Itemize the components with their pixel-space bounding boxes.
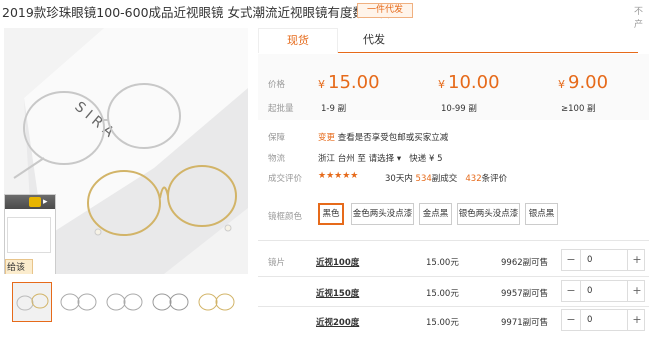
sku-row: 近视200度 15.00元 9971副可售 − 0 + — [258, 309, 649, 335]
moq-label: 起批量 — [268, 104, 294, 114]
destination-select[interactable]: 请选择 — [369, 154, 395, 164]
product-title: 2019款珍珠眼镜100-600成品近视眼镜 女式潮流近视眼镜有度数批发 — [2, 5, 391, 20]
thumbnail[interactable] — [196, 282, 236, 322]
decrement-button[interactable]: − — [562, 250, 580, 270]
rating-label: 成交评价 — [268, 174, 303, 184]
quantity-stepper: − 0 + — [561, 280, 645, 302]
purchase-tabs: 现货 代发 — [258, 28, 638, 53]
reviews-suffix: 条评价 — [481, 174, 508, 184]
sku-stock: 9962副可售 — [501, 258, 549, 268]
increment-button[interactable]: + — [628, 310, 646, 330]
currency-symbol: ¥ — [318, 78, 325, 91]
color-option-silver-plain[interactable]: 银色两头没点漆 — [457, 203, 520, 225]
color-option-silver-black[interactable]: 银点黑 — [525, 203, 558, 225]
rating-period: 30天内 — [385, 174, 413, 184]
thumbnail-image — [152, 293, 189, 311]
tab-dropship[interactable]: 代发 — [334, 28, 414, 53]
tier-price: ¥10.00 — [438, 72, 500, 93]
thumbnail-image — [106, 293, 143, 311]
tier-quantity: 1-9 副 — [321, 104, 347, 114]
favorite-icon[interactable] — [29, 197, 41, 207]
thumbnail-strip — [12, 282, 242, 326]
service-text: 查看是否享受包邮或买家立减 — [337, 133, 449, 143]
currency-symbol: ¥ — [438, 78, 445, 91]
tier-price-value: 9.00 — [568, 72, 609, 93]
color-option-black[interactable]: 黑色 — [318, 203, 344, 225]
decrement-button[interactable]: − — [562, 281, 580, 301]
to-text: 至 — [357, 154, 366, 164]
thumbnail[interactable] — [58, 282, 98, 322]
sku-price: 15.00元 — [426, 258, 459, 268]
sku-row: 近视150度 15.00元 9957副可售 − 0 + — [258, 280, 649, 306]
thumbnail-image — [60, 293, 97, 311]
service-row: 变更 查看是否享受包邮或买家立减 — [318, 131, 448, 143]
origin-text: 浙江 台州 — [318, 154, 355, 164]
sku-price: 15.00元 — [426, 318, 459, 328]
sku-stock: 9957副可售 — [501, 289, 549, 299]
logistics-label: 物流 — [268, 154, 286, 164]
sku-row: 近视100度 15.00元 9962副可售 − 0 + — [258, 249, 649, 275]
service-change-link[interactable]: 变更 — [318, 133, 335, 143]
tier-price-value: 15.00 — [328, 72, 380, 93]
deals-suffix: 副成交 — [431, 174, 458, 184]
divider — [258, 306, 649, 307]
color-label: 镜框颜色 — [268, 212, 303, 222]
decrement-button[interactable]: − — [562, 310, 580, 330]
dropship-badge[interactable]: 一件代发 — [357, 3, 413, 18]
edge-label: 不产 — [634, 7, 644, 30]
sku-name[interactable]: 近视100度 — [316, 256, 359, 268]
tier-price: ¥9.00 — [558, 72, 608, 93]
color-option-gold-plain[interactable]: 金色两头没点漆 — [351, 203, 414, 225]
tier-price-value: 10.00 — [448, 72, 500, 93]
popup-button[interactable]: 给该 — [5, 259, 33, 274]
currency-symbol: ¥ — [558, 78, 565, 91]
shipping-fee: ¥ 5 — [428, 154, 443, 164]
sku-name[interactable]: 近视200度 — [316, 316, 359, 328]
thumbnail-image — [13, 283, 51, 321]
rating-stars: ★★★★★ — [318, 171, 359, 181]
popup-toolbar: ▸ — [5, 195, 55, 209]
quantity-stepper: − 0 + — [561, 309, 645, 331]
tier-quantity: 10-99 副 — [441, 104, 477, 114]
tab-in-stock[interactable]: 现货 — [258, 28, 338, 53]
deals-count[interactable]: 534 — [416, 174, 432, 184]
expand-arrow-icon[interactable]: ▸ — [43, 195, 48, 209]
popup-input-box[interactable] — [7, 217, 51, 253]
product-main-image[interactable]: S I R A ▸ 给该 — [4, 28, 248, 274]
chevron-down-icon[interactable]: ▾ — [397, 154, 401, 164]
thumbnail[interactable] — [150, 282, 190, 322]
tier-quantity: ≥100 副 — [561, 104, 596, 114]
thumbnail-image — [198, 293, 235, 311]
sku-price: 15.00元 — [426, 289, 459, 299]
divider — [258, 276, 649, 277]
price-label: 价格 — [268, 80, 286, 90]
quantity-input[interactable]: 0 — [580, 281, 628, 301]
tier-price: ¥15.00 — [318, 72, 380, 93]
overlay-popup: ▸ 给该 — [4, 194, 56, 274]
increment-button[interactable]: + — [628, 281, 646, 301]
sku-stock: 9971副可售 — [501, 318, 549, 328]
quantity-input[interactable]: 0 — [580, 250, 628, 270]
divider — [258, 240, 649, 241]
reviews-count[interactable]: 432 — [465, 174, 481, 184]
thumbnail[interactable] — [104, 282, 144, 322]
sku-name[interactable]: 近视150度 — [316, 287, 359, 299]
logistics-row: 浙江 台州 至 请选择 ▾ 快递 ¥ 5 — [318, 152, 442, 164]
service-label: 保障 — [268, 133, 286, 143]
quantity-stepper: − 0 + — [561, 249, 645, 271]
rating-row: 30天内 534副成交 432条评价 — [385, 172, 507, 184]
quantity-input[interactable]: 0 — [580, 310, 628, 330]
shipping-method: 快递 — [409, 154, 427, 164]
increment-button[interactable]: + — [628, 250, 646, 270]
thumbnail[interactable] — [12, 282, 52, 322]
color-option-gold-black[interactable]: 金点黑 — [419, 203, 452, 225]
